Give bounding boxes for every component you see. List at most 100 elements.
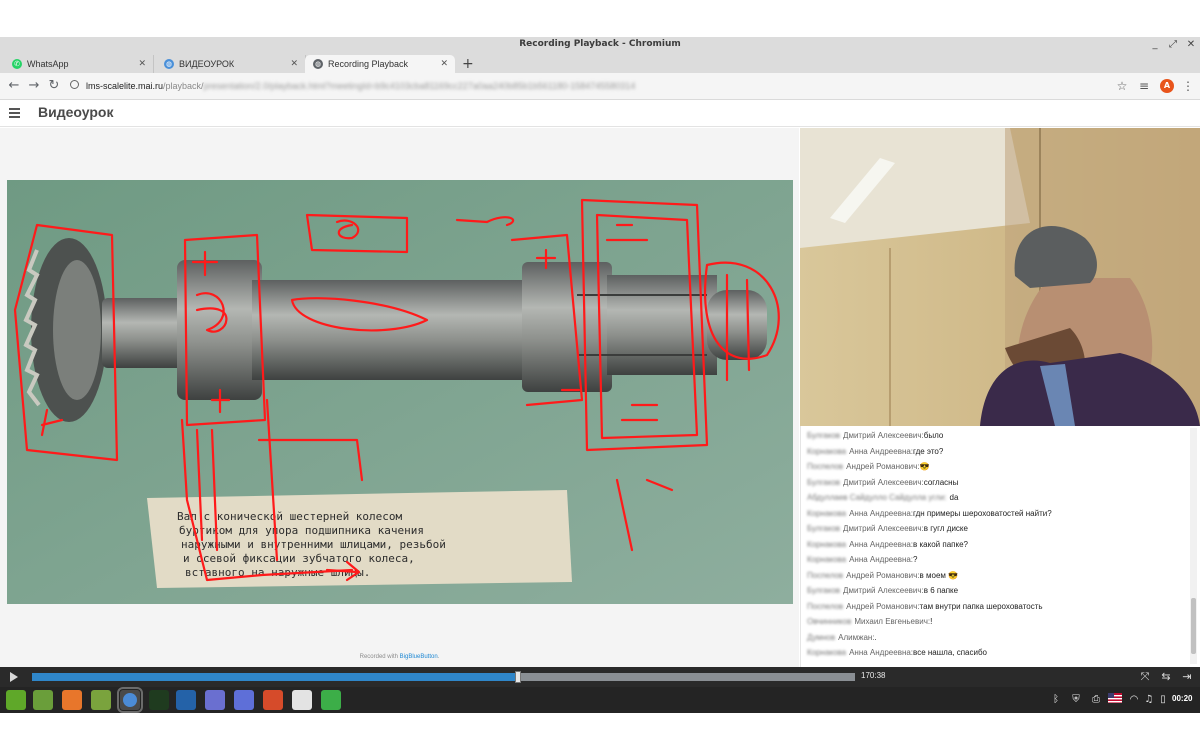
fullscreen-icon[interactable]: ⤧ <box>1138 670 1152 684</box>
mint-menu-icon[interactable] <box>6 690 26 710</box>
chat-message-text: там внутри папка шероховатость <box>919 601 1043 611</box>
letterbox-top <box>0 0 1200 37</box>
maximize-button[interactable]: ⤢ <box>1166 38 1180 52</box>
globe-icon: ◍ <box>313 59 323 69</box>
profile-avatar[interactable]: A <box>1160 79 1174 93</box>
close-tab-icon[interactable]: ✕ <box>290 58 298 69</box>
chat-message-text: da <box>949 493 959 502</box>
chat-sender-name: Анна Андреевна: <box>849 508 914 518</box>
notes-icon[interactable] <box>205 690 225 710</box>
address-bar[interactable]: lms-scalelite.mai.ru/playback/presentati… <box>66 76 1134 97</box>
terminal-icon[interactable] <box>149 690 169 710</box>
chat-message-text: где это? <box>913 446 944 456</box>
screen: Recording Playback - Chromium _ ⤢ ✕ ✆ Wh… <box>0 0 1200 750</box>
label-line-5: вставного на наружные шлицы. <box>185 566 370 579</box>
window-titlebar[interactable]: Recording Playback - Chromium _ ⤢ ✕ <box>0 37 1200 54</box>
chat-sender-name: Анна Андреевна: <box>849 555 914 564</box>
forward-button[interactable]: → <box>26 78 42 94</box>
chat-sender-surname: Корнакова <box>807 508 847 518</box>
chat-sender-name: Андрей Романович: <box>846 462 920 471</box>
battery-icon[interactable]: ▯ <box>1157 693 1169 706</box>
tab-label: WhatsApp <box>27 59 69 69</box>
chat-message: Корнакова Анна Андреевна:? <box>807 552 917 567</box>
chat-panel: Булгаков Дмитрий Алексеевич:было Корнакова… <box>800 426 1200 667</box>
letterbox-bottom <box>0 713 1200 750</box>
chat-message: Булгаков Дмитрий Алексеевич:в гугл диске <box>807 521 968 536</box>
play-icon[interactable] <box>10 672 18 682</box>
chat-sender-surname: Поспелов <box>807 462 844 471</box>
inkscape-icon[interactable] <box>292 690 312 710</box>
chat-message-text: ! <box>930 617 933 626</box>
timecode: 170:38 <box>861 671 886 680</box>
hamburger-menu-icon[interactable] <box>9 108 20 118</box>
menu-kebab-icon[interactable]: ⋮ <box>1180 78 1196 94</box>
chat-sender-surname: Булгаков <box>807 524 841 533</box>
chat-message-text: в какой папке? <box>913 539 968 549</box>
app-header: Видеоурок <box>0 100 1200 127</box>
chat-message-text: в гугл диске <box>923 524 968 533</box>
chat-sender-surname: Корнакова <box>807 539 847 549</box>
window-title: Recording Playback - Chromium <box>519 39 681 49</box>
playback-bar: 170:38 ⤧ ⇆ ⇥ <box>0 667 1200 687</box>
new-tab-button[interactable]: + <box>462 56 474 72</box>
webcam-video[interactable] <box>800 128 1200 426</box>
chat-message: Булгаков Дмитрий Алексеевич:в 6 папке <box>807 583 958 598</box>
tab-whatsapp[interactable]: ✆ WhatsApp ✕ <box>4 55 154 73</box>
bigbluebutton-link[interactable]: BigBlueButton <box>400 654 438 660</box>
os-taskbar: ᛒ ⛨ ⎙ ◠ ♫ ▯ 00:20 <box>0 687 1200 713</box>
label-line-3: наружными и внутренними шлицами, резьбой <box>181 538 446 551</box>
back-button[interactable]: ← <box>6 78 22 94</box>
firefox-icon[interactable] <box>62 690 82 710</box>
page-title: Видеоурок <box>38 104 114 120</box>
vscode-icon[interactable] <box>176 690 196 710</box>
tab-recording-playback[interactable]: ◍ Recording Playback ✕ <box>305 55 455 73</box>
browser-toolbar: ← → ↻ lms-scalelite.mai.ru/playback/pres… <box>0 73 1200 100</box>
gimp-icon[interactable] <box>263 690 283 710</box>
chat-message: Поспелов Андрей Романович:там внутри папк… <box>807 599 1043 614</box>
wifi-icon[interactable]: ◠ <box>1128 693 1140 706</box>
screenshot-icon[interactable] <box>234 690 254 710</box>
chat-sender-name: Алимжан: <box>838 632 875 642</box>
chat-sender-name: Андрей Романович: <box>846 601 920 611</box>
chat-sender-surname: Овчинников <box>807 617 852 626</box>
tab-videourok[interactable]: ◍ ВИДЕОУРОК ✕ <box>156 55 306 73</box>
shield-icon[interactable]: ⛨ <box>1070 693 1082 706</box>
close-window-button[interactable]: ✕ <box>1184 38 1198 52</box>
chat-sender-surname: Корнакова <box>807 648 847 657</box>
url-path: /playback/ <box>163 81 204 91</box>
chat-sender-surname: Булгаков <box>807 586 841 595</box>
chat-sender-surname: Булгаков <box>807 431 841 440</box>
bluetooth-icon[interactable]: ᛒ <box>1050 693 1062 706</box>
chat-sender-name: Дмитрий Алексеевич: <box>843 586 924 595</box>
minimize-button[interactable]: _ <box>1148 38 1162 52</box>
progress-handle[interactable] <box>514 671 521 683</box>
keyboard-layout-flag-icon[interactable] <box>1108 693 1122 706</box>
chat-message: Думнов Алимжан:. <box>807 630 877 645</box>
chat-sender-surname: Поспелов <box>807 601 844 611</box>
music-icon[interactable]: ♫ <box>1143 693 1155 706</box>
label-line-1: Вал с конической шестерней колесом <box>177 510 403 523</box>
chromium-icon[interactable] <box>117 687 143 713</box>
spreadsheet-icon[interactable] <box>321 690 341 710</box>
swap-layout-icon[interactable]: ⇆ <box>1159 670 1173 684</box>
bookmark-star-icon[interactable]: ☆ <box>1114 78 1130 94</box>
chat-message: Булгаков Дмитрий Алексеевич:было <box>807 428 943 443</box>
chat-scrollbar-thumb[interactable] <box>1191 598 1196 654</box>
webcam-frame <box>800 128 1200 426</box>
progress-track[interactable] <box>32 671 855 683</box>
files-icon[interactable] <box>33 690 53 710</box>
progress-fill <box>32 673 518 681</box>
media-queue-icon[interactable]: ≡ <box>1136 78 1152 94</box>
slide-canvas: Вал с конической шестерней колесом бурти… <box>7 180 793 604</box>
close-tab-icon[interactable]: ✕ <box>138 58 146 69</box>
chat-sender-surname: Абдуллаев Сайдулло Сайдулла угли: <box>807 493 947 502</box>
chat-message-text: гдн примеры шероховатостей найти? <box>913 508 1052 518</box>
reload-button[interactable]: ↻ <box>46 78 62 94</box>
chat-message-text: 😎 <box>919 462 930 471</box>
chat-toggle-icon[interactable]: ⇥ <box>1180 670 1194 684</box>
folder-icon[interactable] <box>91 690 111 710</box>
chat-message-text: в моем 😎 <box>919 570 959 580</box>
close-tab-icon[interactable]: ✕ <box>440 58 448 69</box>
printer-icon[interactable]: ⎙ <box>1090 693 1102 706</box>
chat-message: Корнакова Анна Андреевна:все нашла, спаси… <box>807 645 987 660</box>
